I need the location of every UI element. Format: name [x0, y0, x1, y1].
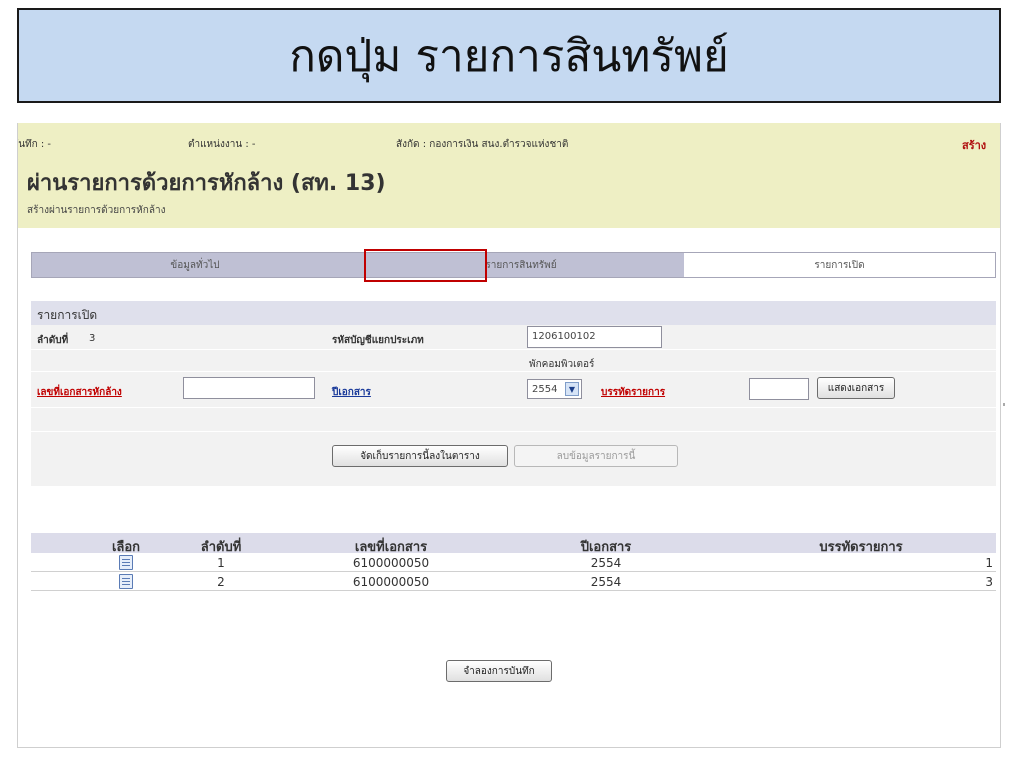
tab-general-info[interactable]: ข้อมูลทั่วไป	[32, 253, 358, 277]
form-title: ผ่านรายการด้วยการหักล้าง (สท. 13)	[27, 171, 386, 196]
clearing-doc-input[interactable]	[183, 377, 315, 399]
clearing-doc-label[interactable]: เลขที่เอกสารหักล้าง	[37, 385, 122, 400]
table-header: เลือก ลำดับที่ เลขที่เอกสาร ปีเอกสาร บรร…	[31, 533, 996, 555]
table-row: 1 6100000050 2554 1	[31, 554, 996, 572]
row-seq: 1	[217, 556, 225, 570]
affiliation-label: สังกัด : กองการเงิน สนง.ตำรวจแห่งชาติ	[396, 139, 569, 150]
row-doc-no: 6100000050	[352, 556, 430, 570]
seq-label: ลำดับที่	[37, 335, 69, 346]
app-window: ผู้บันทึก : - ตำแหน่งงาน : - สังกัด : กอ…	[17, 123, 1001, 748]
seq-value: 3	[89, 333, 96, 344]
recorder-label: ผู้บันทึก : -	[18, 139, 52, 150]
show-document-button[interactable]: แสดงเอกสาร	[817, 377, 895, 399]
row-divider	[31, 371, 996, 372]
doc-year-label[interactable]: ปีเอกสาร	[332, 385, 371, 400]
row-divider	[31, 407, 996, 408]
tab-open-items[interactable]: รายการเปิด	[684, 253, 995, 277]
document-icon[interactable]	[119, 574, 133, 589]
slide-title: กดปุ่ม รายการสินทรัพย์	[289, 30, 729, 82]
panel-title: รายการเปิด	[37, 308, 98, 322]
create-link[interactable]: สร้าง	[962, 136, 986, 154]
document-icon[interactable]	[119, 555, 133, 570]
asset-tab-highlight-box	[364, 249, 487, 282]
row-doc-year: 2554	[590, 556, 622, 570]
open-items-panel: รายการเปิด ลำดับที่ 3 รหัสบัญชีแยกประเภท…	[31, 301, 996, 486]
window-edge-marker	[1003, 403, 1005, 406]
row-line-item: 3	[985, 575, 993, 589]
account-code-label: รหัสบัญชีแยกประเภท	[332, 335, 424, 346]
row-divider	[31, 431, 996, 432]
table-row: 2 6100000050 2554 3	[31, 573, 996, 591]
chevron-down-icon[interactable]: ▼	[565, 382, 579, 396]
line-item-input[interactable]	[749, 378, 809, 400]
doc-year-select[interactable]: 2554 ▼	[527, 379, 582, 399]
account-code-field[interactable]: 1206100102	[527, 326, 662, 348]
doc-year-value: 2554	[532, 383, 558, 395]
row-doc-no: 6100000050	[352, 575, 430, 589]
panel-header: รายการเปิด	[31, 301, 996, 325]
delete-item-button[interactable]: ลบข้อมูลรายการนี้	[514, 445, 678, 467]
row-divider	[31, 349, 996, 350]
form-subtitle: สร้างผ่านรายการด้วยการหักล้าง	[27, 205, 166, 216]
row-doc-year: 2554	[590, 575, 622, 589]
line-item-label[interactable]: บรรทัดรายการ	[601, 385, 665, 400]
app-header: ผู้บันทึก : - ตำแหน่งงาน : - สังกัด : กอ…	[18, 123, 1000, 228]
tab-bar: ข้อมูลทั่วไป รายการสินทรัพย์ รายการเปิด	[31, 252, 996, 278]
row-seq: 2	[217, 575, 225, 589]
position-label: ตำแหน่งงาน : -	[188, 139, 256, 150]
account-description: พักคอมพิวเตอร์	[529, 359, 595, 370]
user-info-bar: ผู้บันทึก : - ตำแหน่งงาน : - สังกัด : กอ…	[18, 136, 1000, 154]
row-line-item: 1	[985, 556, 993, 570]
slide-title-banner: กดปุ่ม รายการสินทรัพย์	[17, 8, 1001, 103]
simulate-save-button[interactable]: จำลองการบันทึก	[446, 660, 552, 682]
store-item-button[interactable]: จัดเก็บรายการนี้ลงในตาราง	[332, 445, 508, 467]
